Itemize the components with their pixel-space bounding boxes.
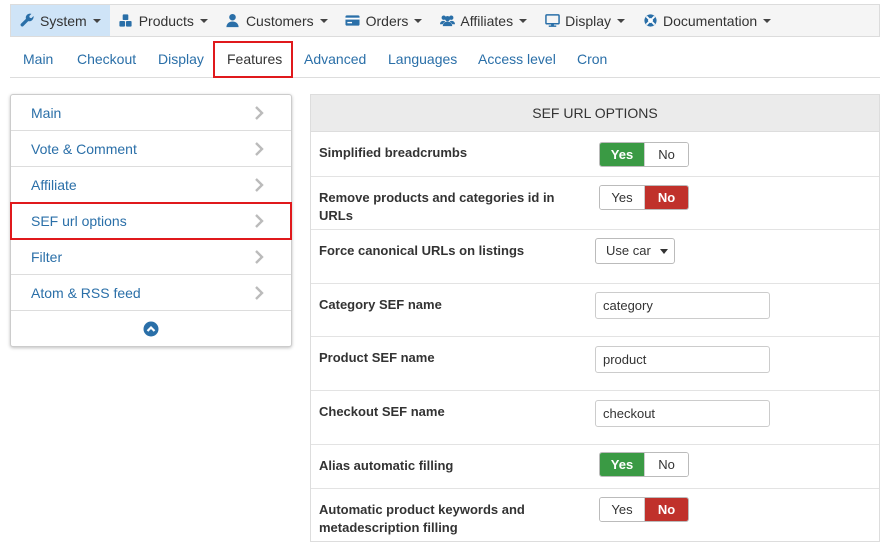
option-label: Automatic product keywords and metadescr… (319, 502, 525, 535)
tab-features[interactable]: Features (213, 41, 293, 78)
side-item-label: Affiliate (31, 177, 77, 193)
option-label: Force canonical URLs on listings (319, 243, 525, 258)
cubes-icon (118, 13, 134, 29)
side-item-main[interactable]: Main (11, 95, 291, 131)
force-canonical-select[interactable]: Use car (595, 238, 675, 264)
option-row: Remove products and categories id in URL… (311, 177, 879, 230)
option-label: Checkout SEF name (319, 404, 445, 419)
no-button[interactable]: No (644, 453, 688, 476)
side-item-label: Atom & RSS feed (31, 285, 141, 301)
chevron-right-icon (255, 214, 264, 228)
yes-button[interactable]: Yes (600, 186, 644, 209)
chevron-down-icon (763, 18, 772, 23)
menu-system[interactable]: System (11, 5, 110, 36)
chevron-down-icon (199, 18, 208, 23)
option-row: Category SEF name (311, 284, 879, 337)
no-button[interactable]: No (644, 498, 688, 521)
chevron-right-icon (255, 178, 264, 192)
monitor-icon (544, 13, 560, 29)
option-row: Simplified breadcrumbs Yes No (311, 132, 879, 177)
menu-affiliates-label: Affiliates (460, 12, 514, 29)
tab-languages[interactable]: Languages (388, 41, 457, 78)
side-item-filter[interactable]: Filter (11, 239, 291, 275)
menu-system-label: System (40, 12, 87, 29)
features-side-menu: Main Vote & Comment Affiliate SEF url op… (10, 94, 292, 347)
side-item-label: Main (31, 105, 62, 121)
wrench-icon (19, 13, 35, 29)
side-item-label: Filter (31, 249, 63, 265)
option-row: Alias automatic filling Yes No (311, 445, 879, 489)
option-row: Product SEF name (311, 337, 879, 391)
no-button[interactable]: No (644, 186, 688, 209)
side-item-vote-comment[interactable]: Vote & Comment (11, 131, 291, 167)
option-label: Alias automatic filling (319, 458, 454, 473)
menu-products-label: Products (138, 12, 194, 29)
alias-automatic-filling-toggle: Yes No (599, 452, 689, 477)
side-item-atom-rss-feed[interactable]: Atom & RSS feed (11, 275, 291, 311)
remove-ids-toggle: Yes No (599, 185, 689, 210)
config-tabs: Main Checkout Display Features Advanced … (10, 41, 880, 78)
checkout-sef-name-input[interactable] (595, 400, 770, 427)
sef-url-options-panel: SEF URL OPTIONS Simplified breadcrumbs Y… (310, 94, 880, 542)
users-icon (439, 13, 455, 29)
menu-products[interactable]: Products (110, 5, 217, 36)
simplified-breadcrumbs-toggle: Yes No (599, 142, 689, 167)
chevron-down-icon (519, 18, 528, 23)
menu-documentation-label: Documentation (663, 12, 758, 29)
life-ring-icon (642, 13, 658, 29)
option-label: Product SEF name (319, 350, 435, 365)
tab-main[interactable]: Main (23, 41, 53, 78)
tab-access-level[interactable]: Access level (478, 41, 556, 78)
option-row: Checkout SEF name (311, 391, 879, 445)
category-sef-name-input[interactable] (595, 292, 770, 319)
select-value: Use car (606, 243, 651, 258)
chevron-down-icon (617, 18, 625, 23)
side-item-sef-url-options[interactable]: SEF url options (10, 202, 292, 240)
user-icon (225, 13, 241, 29)
menu-customers[interactable]: Customers (217, 5, 337, 36)
side-item-affiliate[interactable]: Affiliate (11, 167, 291, 203)
no-button[interactable]: No (644, 143, 688, 166)
side-item-label: Vote & Comment (31, 141, 137, 157)
tab-advanced[interactable]: Advanced (304, 41, 366, 78)
menu-affiliates[interactable]: Affiliates (431, 5, 536, 36)
panel-title: SEF URL OPTIONS (311, 95, 879, 132)
option-label: Simplified breadcrumbs (319, 145, 468, 160)
tab-cron[interactable]: Cron (577, 41, 607, 78)
tab-checkout[interactable]: Checkout (77, 41, 136, 78)
menu-display-label: Display (565, 12, 611, 29)
chevron-down-icon (660, 249, 668, 254)
chevron-right-icon (255, 142, 264, 156)
yes-button[interactable]: Yes (600, 498, 644, 521)
menu-display[interactable]: Display (536, 5, 634, 36)
option-label: Remove products and categories id in URL… (319, 190, 555, 223)
option-row: Automatic product keywords and metadescr… (311, 489, 879, 541)
credit-card-icon (345, 13, 361, 29)
top-menu-bar: System Products Customers Orders Affilia… (10, 4, 880, 37)
product-sef-name-input[interactable] (595, 346, 770, 373)
collapse-up-icon[interactable] (143, 321, 159, 337)
menu-documentation[interactable]: Documentation (634, 5, 780, 36)
chevron-down-icon (319, 18, 328, 23)
side-item-label: SEF url options (31, 213, 127, 229)
chevron-down-icon (92, 18, 101, 23)
option-row: Force canonical URLs on listings Use car (311, 230, 879, 284)
chevron-right-icon (255, 286, 264, 300)
menu-orders-label: Orders (365, 12, 409, 29)
yes-button[interactable]: Yes (600, 453, 644, 476)
option-label: Category SEF name (319, 297, 442, 312)
menu-orders[interactable]: Orders (337, 5, 432, 36)
auto-keywords-toggle: Yes No (599, 497, 689, 522)
chevron-down-icon (414, 18, 423, 23)
chevron-right-icon (255, 250, 264, 264)
tab-display[interactable]: Display (158, 41, 204, 78)
menu-customers-label: Customers (245, 12, 314, 29)
yes-button[interactable]: Yes (600, 143, 644, 166)
chevron-right-icon (255, 106, 264, 120)
